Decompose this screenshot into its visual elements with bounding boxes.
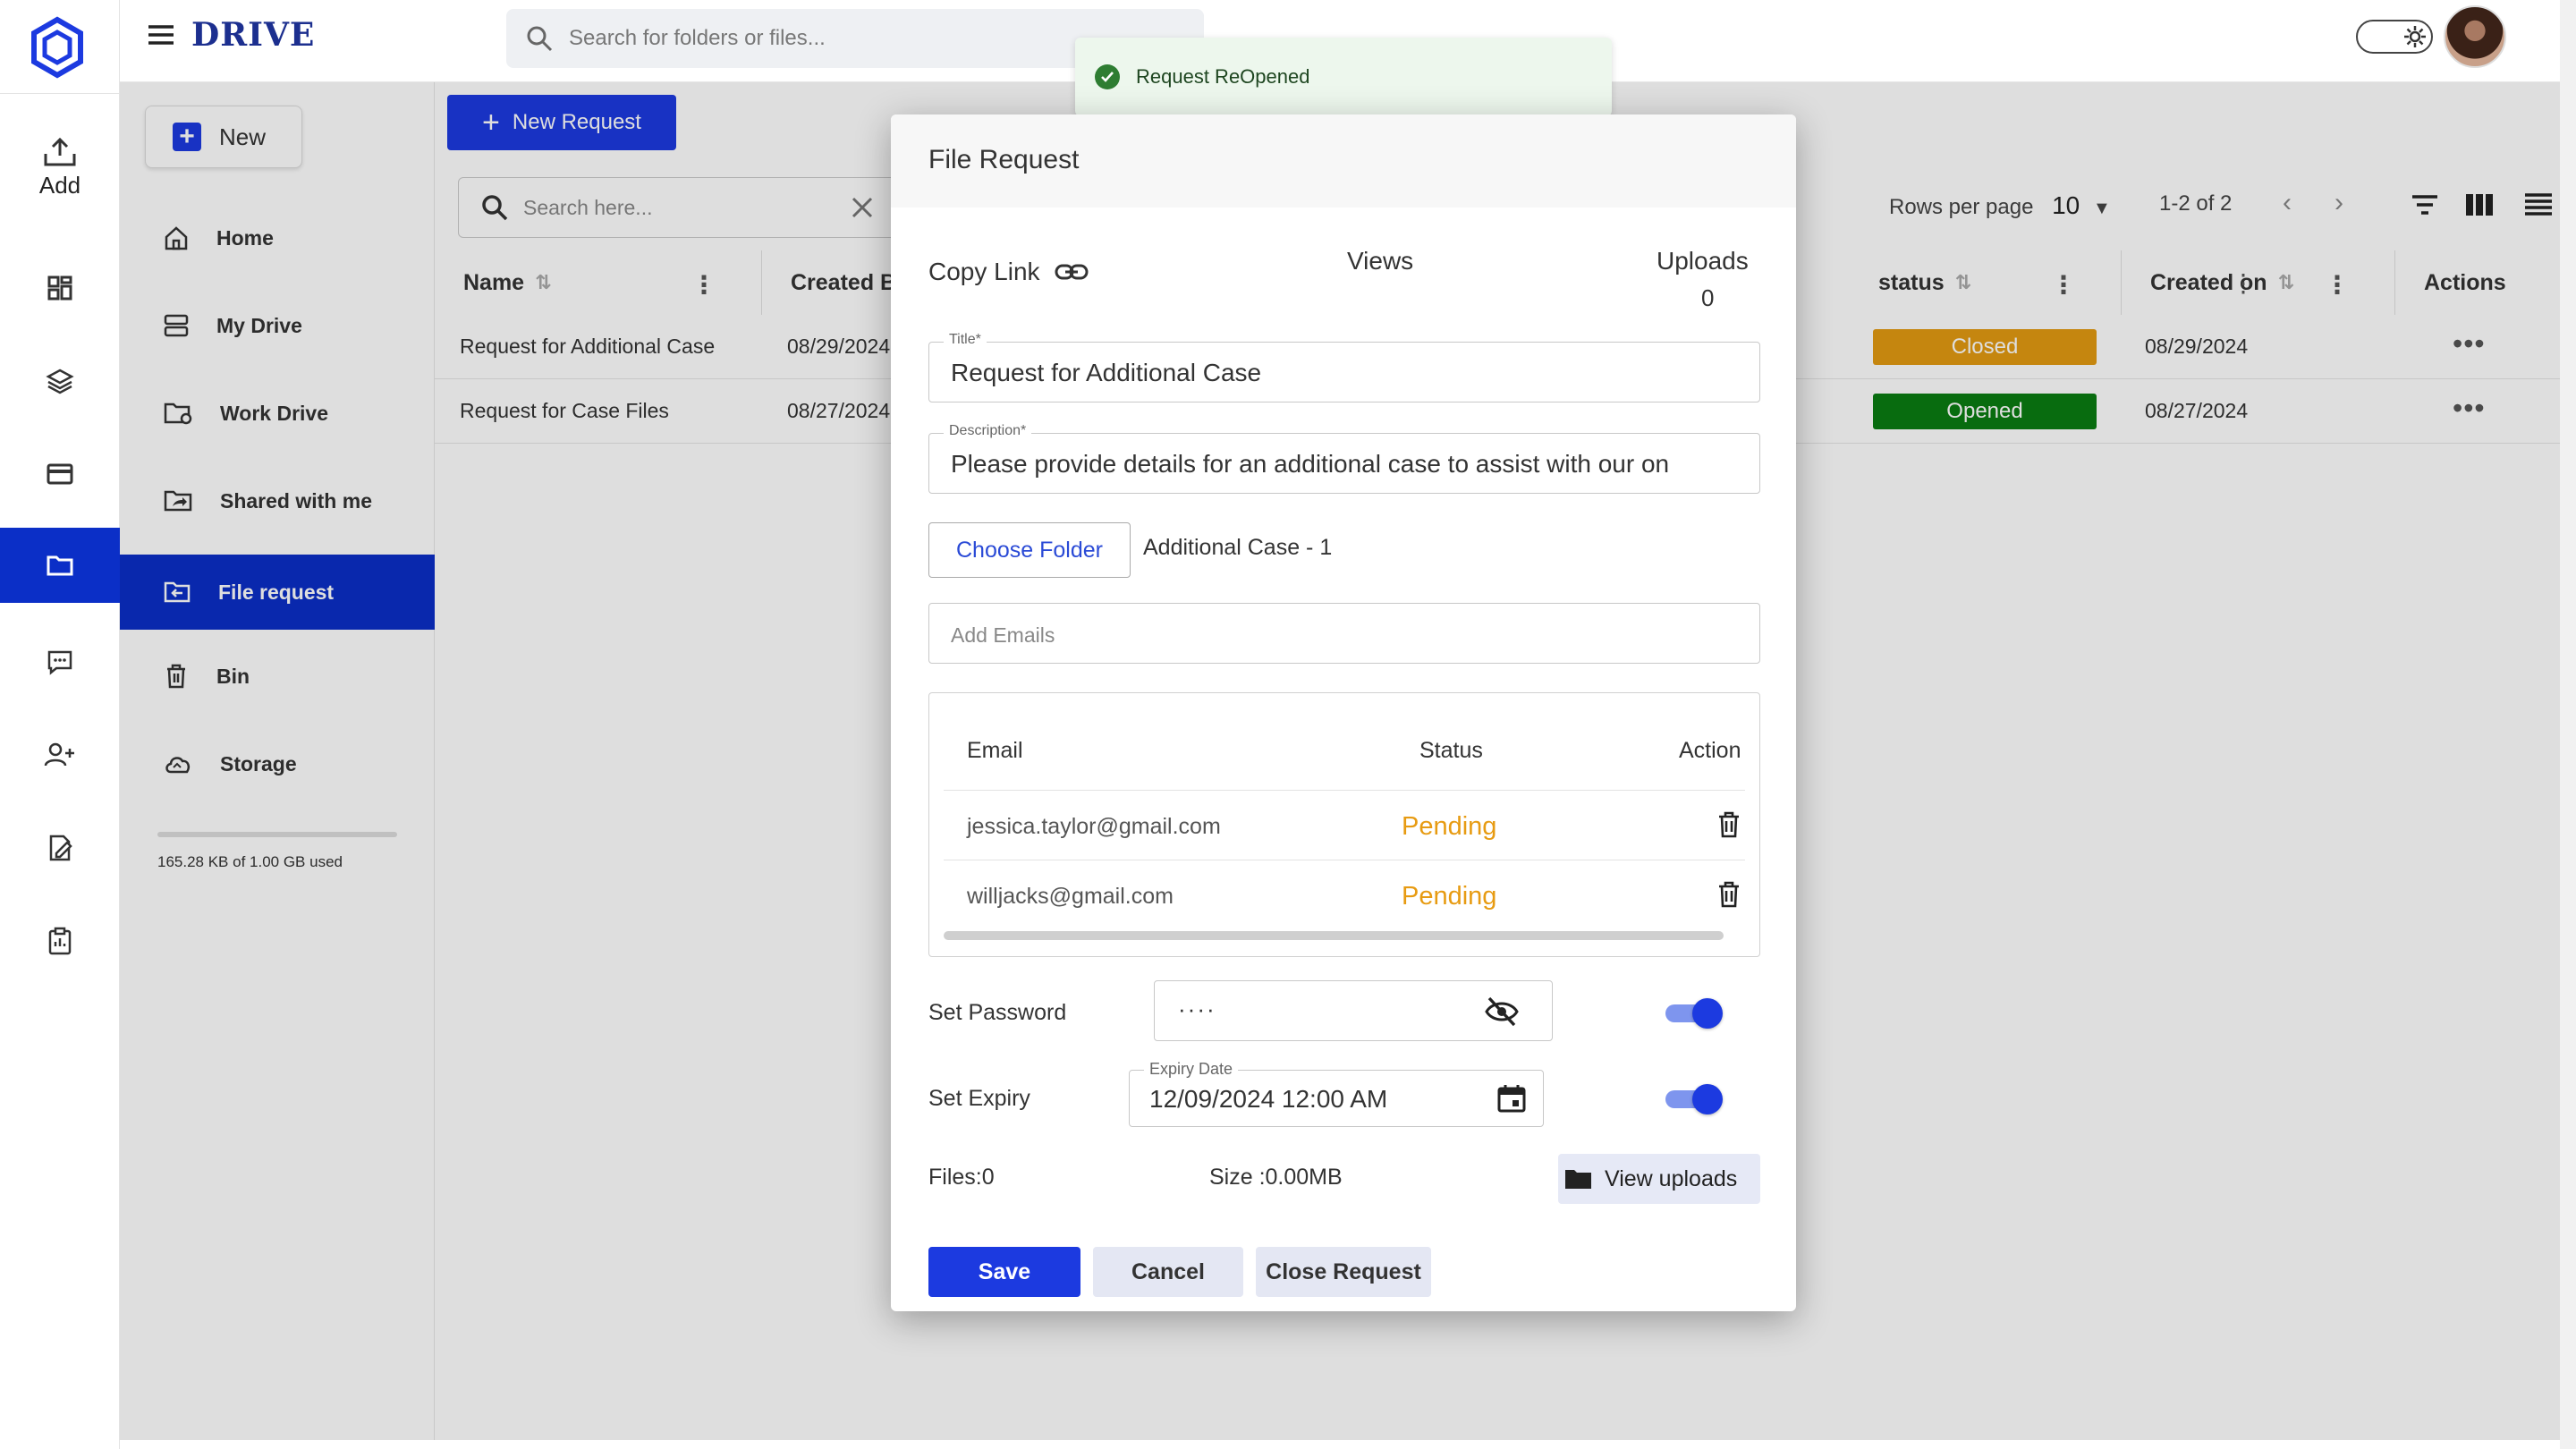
brand-title: DRIVE	[191, 16, 316, 54]
dialog-header: File Request	[891, 114, 1796, 208]
uploads-label: Uploads	[1657, 247, 1749, 275]
recipient-status: Pending	[1402, 812, 1497, 841]
rail-card[interactable]	[0, 436, 120, 512]
dashboard-icon	[47, 275, 72, 301]
files-count: Files:0	[928, 1165, 995, 1190]
expiry-date-field[interactable]: Expiry Date 12/09/2024 12:00 AM	[1129, 1060, 1544, 1127]
save-button[interactable]: Save	[928, 1247, 1080, 1297]
view-uploads-label: View uploads	[1605, 1165, 1738, 1191]
check-circle-icon	[1095, 64, 1120, 89]
description-field-label: Description*	[944, 423, 1032, 439]
selected-folder-name: Additional Case - 1	[1143, 535, 1333, 560]
recipient-row: willjacks@gmail.com Pending	[944, 860, 1745, 931]
card-icon	[47, 463, 73, 485]
view-uploads-button[interactable]: View uploads	[1558, 1154, 1760, 1204]
status-column-header: Status	[1419, 738, 1483, 763]
copy-link-button[interactable]: Copy Link	[928, 258, 1089, 286]
folder-icon	[1565, 1170, 1591, 1189]
clipboard-icon	[48, 927, 72, 955]
set-password-label: Set Password	[928, 1000, 1067, 1025]
bottom-strip	[120, 1440, 2576, 1449]
description-field[interactable]: Description* Please provide details for …	[928, 423, 1760, 494]
description-field-value: Please provide details for an additional…	[951, 450, 1670, 478]
uploads-count: 0	[1701, 284, 1715, 311]
rail-layers[interactable]	[0, 343, 120, 419]
add-emails-input[interactable]: Add Emails	[928, 603, 1760, 664]
search-icon	[527, 26, 553, 52]
recipient-email: jessica.taylor@gmail.com	[967, 814, 1221, 839]
layers-icon	[46, 369, 74, 394]
app-logo-icon[interactable]	[29, 16, 86, 79]
rail-report[interactable]	[0, 903, 120, 979]
upload-icon	[44, 137, 76, 166]
title-field-value: Request for Additional Case	[951, 359, 1262, 386]
chat-icon	[47, 650, 72, 675]
recipients-scrollbar[interactable]	[944, 931, 1724, 940]
eye-off-icon[interactable]	[1484, 996, 1520, 1028]
add-label: Add	[38, 172, 81, 199]
rail-divider	[0, 93, 120, 94]
close-request-button[interactable]: Close Request	[1256, 1247, 1431, 1297]
recipient-status: Pending	[1402, 882, 1497, 911]
rail-users[interactable]	[0, 717, 120, 792]
password-toggle[interactable]	[1665, 998, 1723, 1029]
page-scrollbar[interactable]	[2560, 0, 2576, 1449]
rail-folder[interactable]	[0, 528, 120, 603]
theme-toggle[interactable]	[2356, 20, 2433, 54]
views-label: Views	[1347, 247, 1414, 275]
copy-link-label: Copy Link	[928, 258, 1040, 285]
folder-icon	[47, 555, 73, 576]
files-size: Size :0.00MB	[1209, 1165, 1343, 1190]
menu-icon[interactable]	[147, 23, 175, 47]
recipients-table: Email Status Action jessica.taylor@gmail…	[928, 692, 1760, 957]
toggle-thumb	[1692, 998, 1723, 1029]
title-field-label: Title*	[944, 332, 987, 348]
set-expiry-label: Set Expiry	[928, 1086, 1030, 1111]
expiry-date-value: 12/09/2024 12:00 AM	[1149, 1085, 1388, 1113]
toggle-thumb	[1692, 1084, 1723, 1114]
delete-icon[interactable]	[1716, 880, 1741, 909]
expiry-date-label: Expiry Date	[1144, 1060, 1239, 1079]
expiry-toggle[interactable]	[1665, 1084, 1723, 1114]
title-field[interactable]: Title* Request for Additional Case	[928, 332, 1760, 402]
cancel-button[interactable]: Cancel	[1093, 1247, 1243, 1297]
recipient-email: willjacks@gmail.com	[967, 884, 1174, 909]
recipient-row: jessica.taylor@gmail.com Pending	[944, 790, 1745, 861]
choose-folder-button[interactable]: Choose Folder	[928, 522, 1131, 578]
rail-dashboard[interactable]	[0, 250, 120, 326]
edit-document-icon	[49, 835, 72, 861]
global-search-placeholder: Search for folders or files...	[569, 26, 826, 50]
link-icon	[1055, 264, 1089, 280]
password-field[interactable]: ····	[1154, 980, 1553, 1041]
icon-rail: Add	[0, 0, 120, 1449]
success-toast: Request ReOpened	[1075, 38, 1612, 116]
rail-chat[interactable]	[0, 624, 120, 699]
add-emails-placeholder: Add Emails	[951, 623, 1055, 647]
add-user-icon	[44, 742, 74, 767]
user-avatar[interactable]	[2444, 5, 2506, 68]
dialog-title: File Request	[928, 145, 1080, 174]
email-column-header: Email	[967, 738, 1023, 763]
rail-edit[interactable]	[0, 810, 120, 886]
file-request-dialog: File Request Copy Link Views Uploads 0 T…	[891, 114, 1796, 1311]
gear-icon	[2402, 24, 2428, 49]
action-column-header: Action	[1679, 738, 1741, 763]
delete-icon[interactable]	[1716, 810, 1741, 839]
add-button[interactable]: Add	[0, 136, 120, 199]
password-value: ····	[1178, 996, 1216, 1022]
toast-message: Request ReOpened	[1136, 65, 1310, 88]
calendar-icon[interactable]	[1496, 1083, 1527, 1114]
